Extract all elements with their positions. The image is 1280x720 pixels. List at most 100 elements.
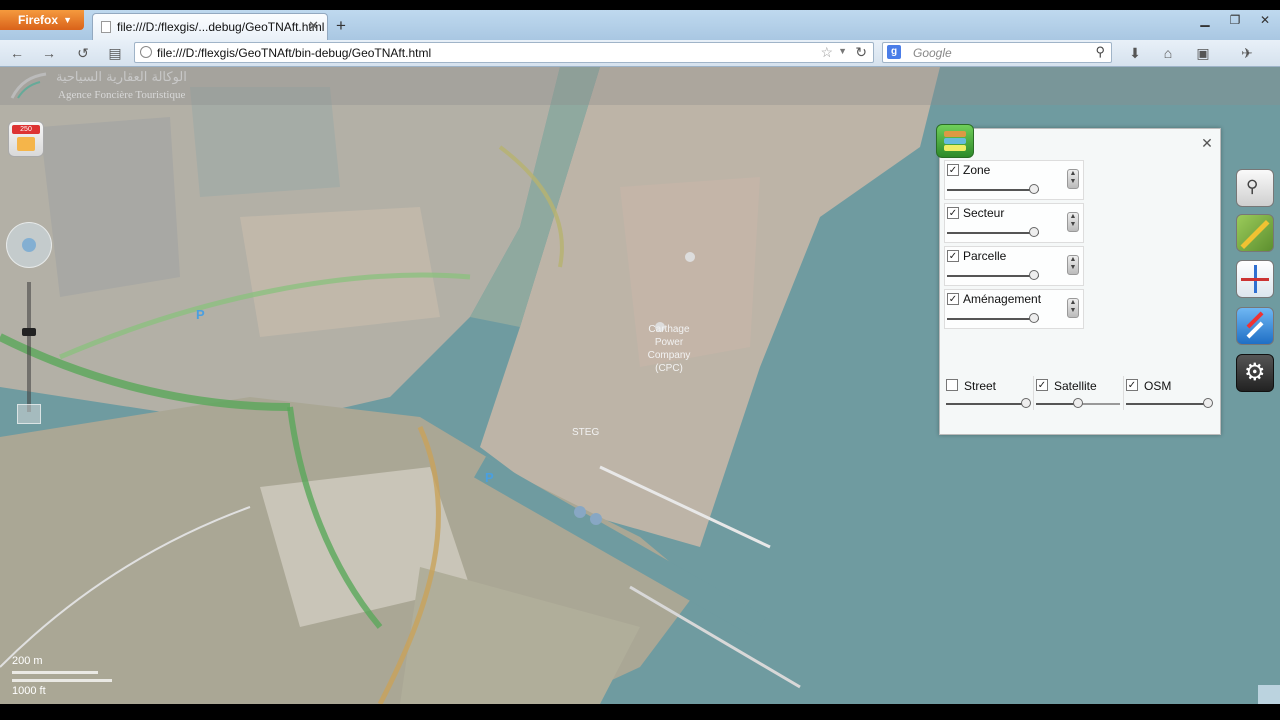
afT-logo-icon <box>10 72 47 99</box>
search-icon[interactable]: ⚲ <box>1095 44 1105 60</box>
new-tab-button[interactable]: + <box>330 15 352 37</box>
reorder-arrows-icon[interactable]: ▲ ▼ <box>1067 169 1079 189</box>
route-button[interactable] <box>1236 214 1274 252</box>
browser-tab[interactable]: file:///D:/flexgis/...debug/GeoTNAft.htm… <box>92 13 328 40</box>
browser-nav-bar: ← → ↺ ▤ file:///D:/flexgis/GeoTNAft/bin-… <box>0 40 1280 67</box>
scale-imperial-bar <box>12 679 112 682</box>
scale-imperial: 1000 ft <box>12 685 46 697</box>
logo-arabic-text: الوكالة العقارية السياحية <box>56 70 187 85</box>
extension-icon[interactable]: ✈ <box>1236 43 1258 63</box>
search-icon: ⚲ <box>1246 177 1259 196</box>
firefox-menu-button[interactable]: Firefox ▼ <box>0 10 84 30</box>
slider-thumb[interactable] <box>1029 270 1040 280</box>
basemap-street-label: Street <box>964 379 997 393</box>
layer-secteur-opacity-slider[interactable] <box>947 227 1040 237</box>
layer-amenagement-checkbox[interactable]: ✓ <box>947 293 959 305</box>
tab-title: file:///D:/flexgis/...debug/GeoTNAft.htm… <box>117 20 325 34</box>
calendar-badge: 250 <box>12 125 40 134</box>
search-placeholder: Google <box>913 46 952 60</box>
basemap-satellite-label: Satellite <box>1054 379 1097 393</box>
back-icon[interactable]: ← <box>6 43 28 63</box>
basemap-osm-label: OSM <box>1144 379 1172 393</box>
calendar-icon <box>17 137 35 151</box>
basemap-street: Street <box>944 376 1034 410</box>
scale-metric-bar <box>12 671 98 674</box>
close-window-icon[interactable]: ✕ <box>1250 10 1280 30</box>
layer-zone: ✓ Zone ▲ ▼ <box>944 160 1084 200</box>
basemap-satellite-checkbox[interactable]: ✓ <box>1036 379 1048 391</box>
basemap-street-checkbox[interactable] <box>946 379 958 391</box>
basemap-street-opacity-slider[interactable] <box>946 398 1031 408</box>
slider-thumb[interactable] <box>1073 398 1083 408</box>
top-black-bar <box>0 0 1280 10</box>
google-icon[interactable]: g <box>887 45 901 59</box>
app-header-strip <box>0 67 1280 105</box>
layer-secteur-checkbox[interactable]: ✓ <box>947 207 959 219</box>
layers-icon[interactable] <box>936 124 974 158</box>
url-text: file:///D:/flexgis/GeoTNAft/bin-debug/Ge… <box>157 46 432 60</box>
search-bar[interactable]: g Google ⚲ <box>882 42 1112 63</box>
close-panel-icon[interactable]: ✕ <box>1199 135 1215 151</box>
steg-label: STEG <box>572 427 600 438</box>
layer-amenagement-label: Aménagement <box>963 292 1042 306</box>
url-bar[interactable]: file:///D:/flexgis/GeoTNAft/bin-debug/Ge… <box>134 42 874 63</box>
reorder-arrows-icon[interactable]: ▲ ▼ <box>1067 212 1079 232</box>
slider-thumb[interactable] <box>1202 398 1213 408</box>
history-icon[interactable]: ↺ <box>72 43 94 63</box>
basemap-osm-opacity-slider[interactable] <box>1126 398 1213 408</box>
bookmark-star-icon[interactable]: ☆ <box>820 44 833 61</box>
basemap-satellite-opacity-slider[interactable] <box>1036 398 1120 408</box>
firefox-menu-label: Firefox <box>18 13 59 27</box>
gear-icon: ⚙ <box>1244 359 1266 386</box>
slider-thumb[interactable] <box>1020 398 1031 408</box>
navigation-button[interactable] <box>1236 307 1274 345</box>
slider-thumb[interactable] <box>1029 313 1040 323</box>
parking-label: P <box>196 307 205 322</box>
slider-thumb[interactable] <box>1029 227 1040 237</box>
layer-amenagement: ✓ Aménagement ▲ ▼ <box>944 289 1084 329</box>
pan-control[interactable] <box>6 222 52 268</box>
maximize-icon[interactable]: ❐ <box>1220 10 1250 30</box>
page-icon <box>101 21 111 33</box>
close-tab-icon[interactable]: ✕ <box>308 18 319 34</box>
route-icon <box>1240 220 1270 249</box>
layer-parcelle-label: Parcelle <box>963 249 1007 263</box>
bottom-black-bar <box>0 704 1280 720</box>
minimize-icon[interactable]: ▁ <box>1190 10 1220 30</box>
reload-icon[interactable]: ↻ <box>855 44 867 61</box>
parking-label-2: P <box>485 470 494 485</box>
layer-zone-checkbox[interactable]: ✓ <box>947 164 959 176</box>
forward-icon[interactable]: → <box>38 43 60 63</box>
browser-tab-bar: Firefox ▼ file:///D:/flexgis/...debug/Geo… <box>0 10 1280 40</box>
basemap-osm-checkbox[interactable]: ✓ <box>1126 379 1138 391</box>
globe-icon <box>140 46 152 58</box>
layer-parcelle-checkbox[interactable]: ✓ <box>947 250 959 262</box>
home-icon[interactable]: ⌂ <box>1157 43 1179 63</box>
logo-french-text: Agence Foncière Touristique <box>58 89 186 101</box>
zoom-out-button[interactable] <box>17 404 41 424</box>
basemap-satellite: ✓ Satellite <box>1034 376 1124 410</box>
addon-icon[interactable]: ▣ <box>1192 43 1214 63</box>
pan-center-icon[interactable] <box>22 238 36 252</box>
layer-zone-label: Zone <box>963 163 991 177</box>
zoom-slider[interactable] <box>27 282 31 412</box>
layer-zone-opacity-slider[interactable] <box>947 184 1040 194</box>
scale-metric: 200 m <box>12 655 43 667</box>
slider-thumb[interactable] <box>1029 184 1040 194</box>
window-controls: ▁ ❐ ✕ <box>1190 10 1280 30</box>
layer-parcelle-opacity-slider[interactable] <box>947 270 1040 280</box>
metro-button[interactable] <box>1236 260 1274 298</box>
url-dropdown-icon[interactable]: ▼ <box>838 46 847 56</box>
basemap-osm: ✓ OSM <box>1124 376 1216 410</box>
zoom-slider-handle[interactable] <box>22 328 36 336</box>
map-search-button[interactable]: ⚲ <box>1236 169 1274 207</box>
bookmarks-menu-icon[interactable]: ▤ <box>104 43 126 63</box>
reorder-arrows-icon[interactable]: ▲ ▼ <box>1067 298 1079 318</box>
reorder-arrows-icon[interactable]: ▲ ▼ <box>1067 255 1079 275</box>
calendar-button[interactable]: 250 <box>8 121 44 157</box>
company-label: Carthage Power Company (CPC) <box>647 324 691 374</box>
settings-button[interactable]: ⚙ <box>1236 354 1274 392</box>
corner-resize-icon[interactable] <box>1258 685 1280 704</box>
layer-amenagement-opacity-slider[interactable] <box>947 313 1040 323</box>
downloads-icon[interactable]: ⬇ <box>1124 43 1146 63</box>
